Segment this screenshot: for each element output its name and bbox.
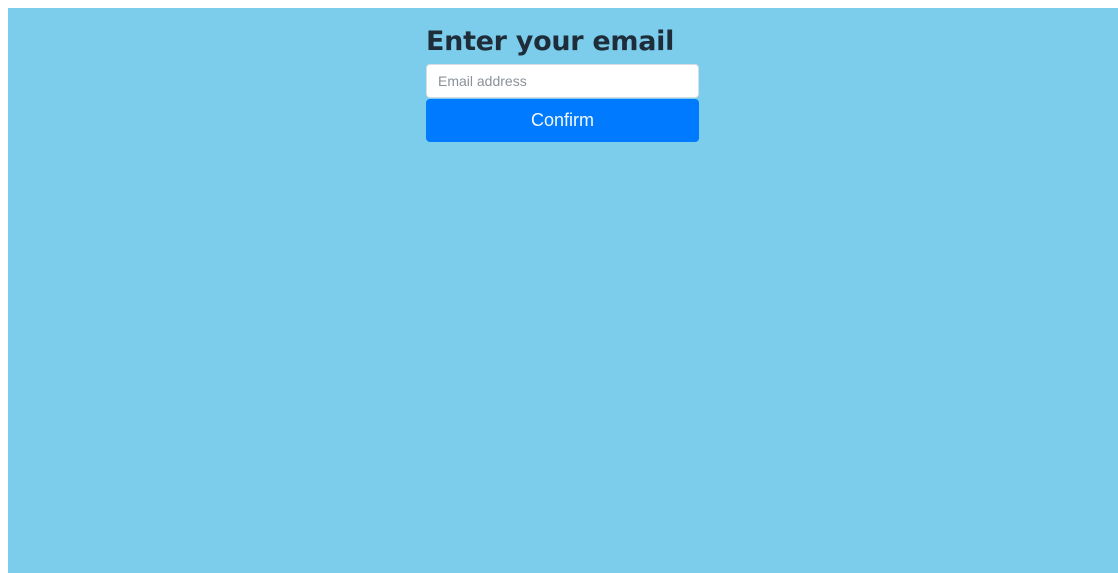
form-title: Enter your email — [426, 26, 675, 57]
email-input[interactable] — [426, 64, 699, 98]
confirm-button[interactable]: Confirm — [426, 99, 699, 142]
email-form: Enter your email Confirm — [426, 24, 699, 142]
page-background: Enter your email Confirm — [8, 8, 1118, 573]
